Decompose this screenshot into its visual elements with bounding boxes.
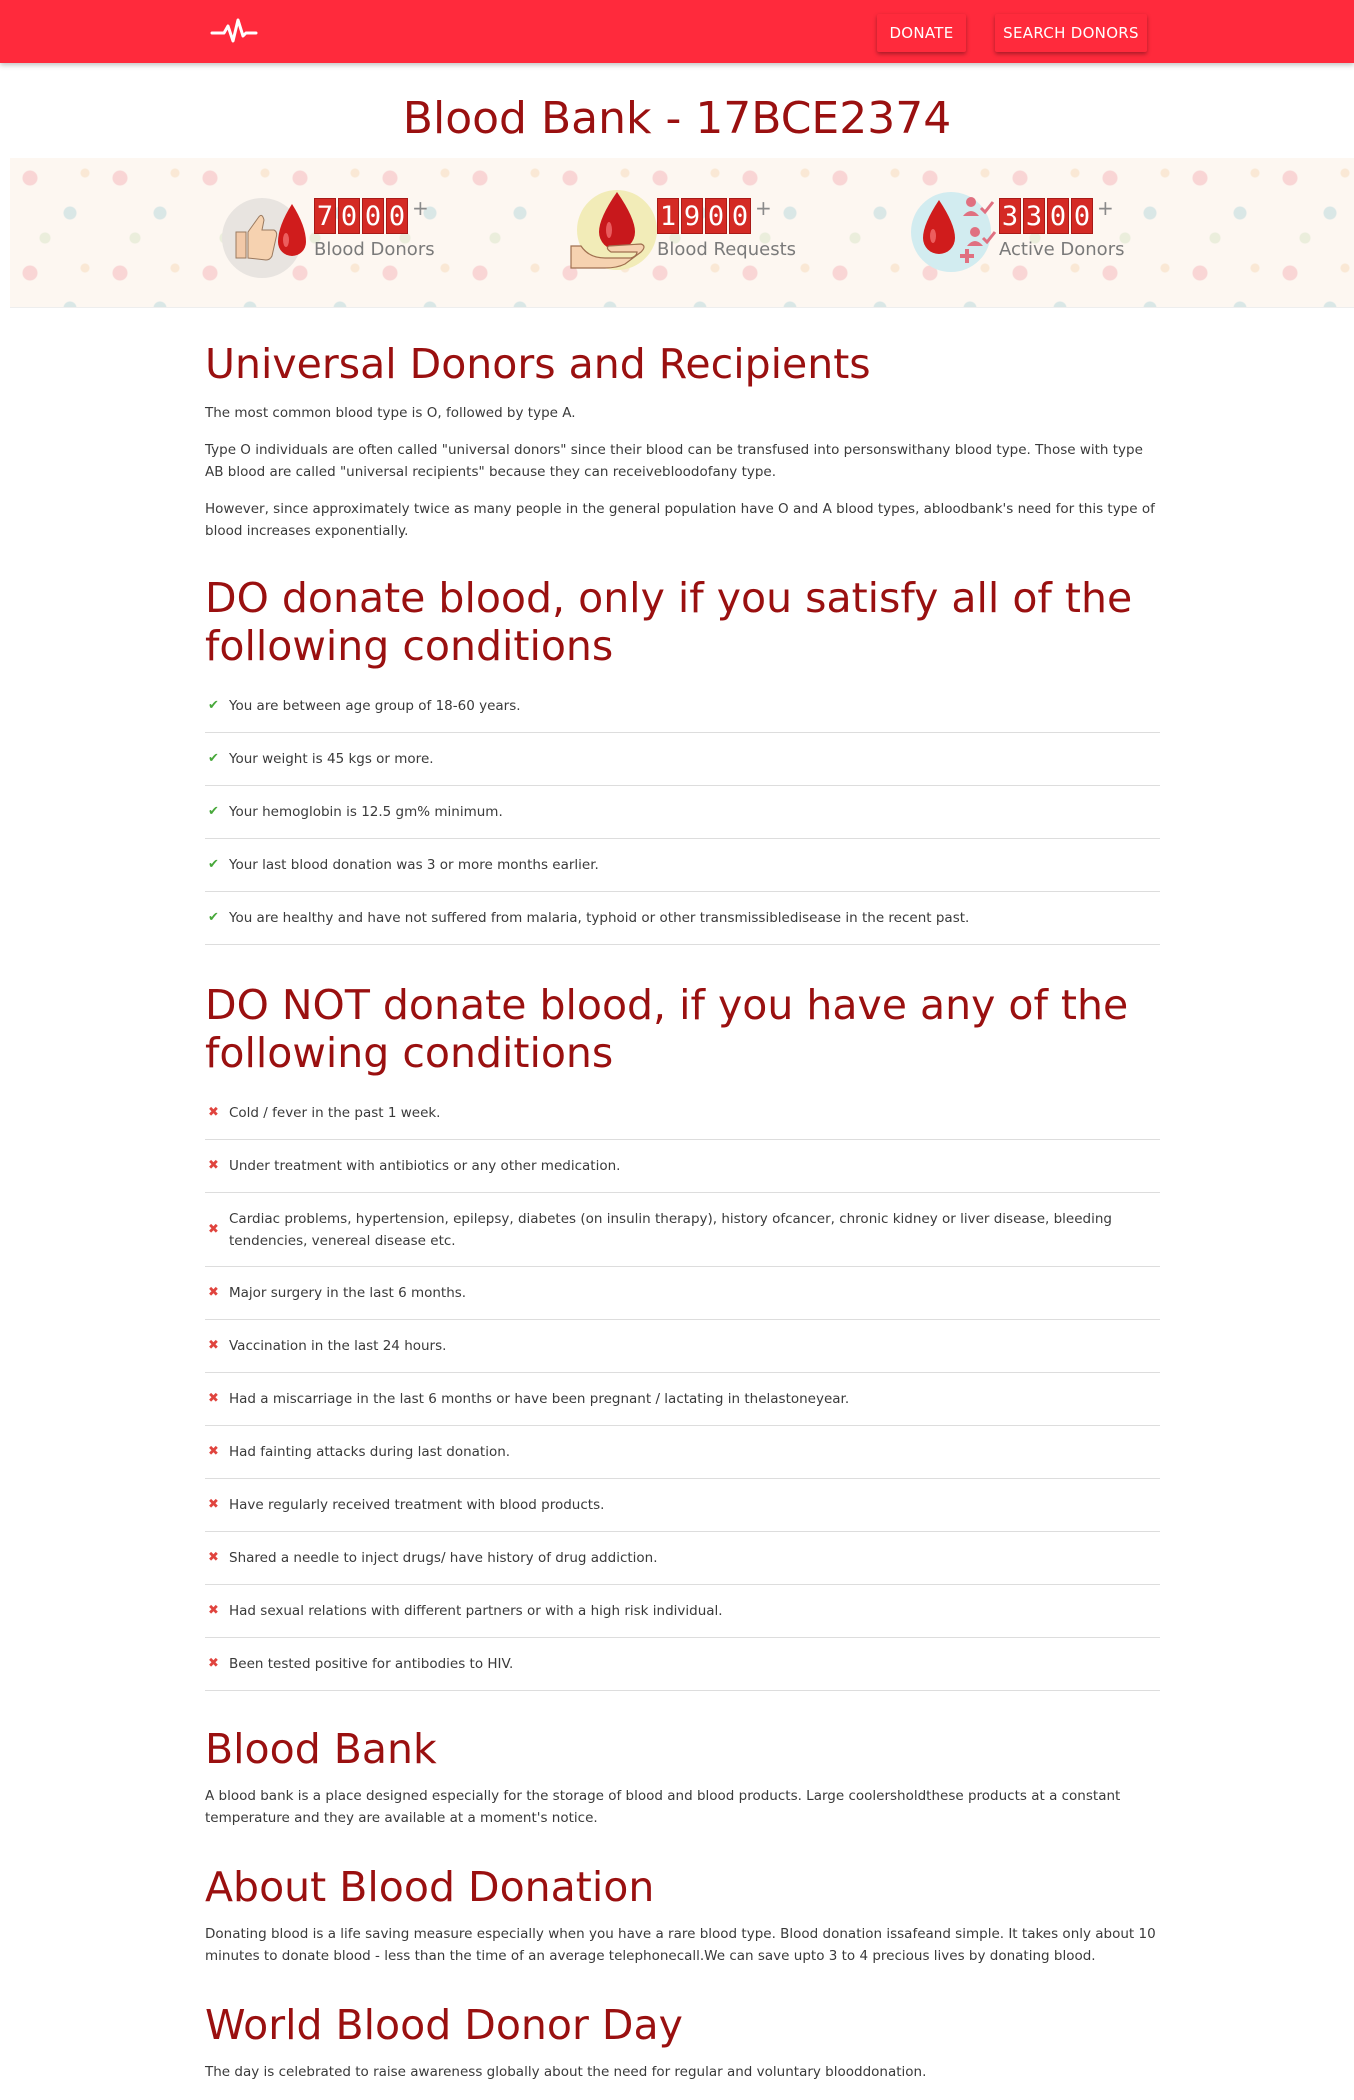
donate-button[interactable]: DONATE [877,14,966,52]
list-item-text: Your last blood donation was 3 or more m… [229,857,599,873]
list-item: ✔ Your weight is 45 kgs or more. [205,733,1160,786]
paragraph: A blood bank is a place designed especia… [205,1788,1121,1826]
list-item: ✔ You are between age group of 18-60 year… [205,680,1160,733]
heartbeat-logo-icon[interactable] [210,16,258,46]
hand-holding-blood-drop-icon [570,190,657,270]
cross-icon: ✖ [208,1105,219,1120]
list-item: ✖ Had fainting attacks during last donati… [205,1426,1160,1479]
counter-digit: 7 [314,198,336,234]
search-donors-button[interactable]: SEARCH DONORS [995,14,1147,52]
cross-icon: ✖ [208,1285,219,1300]
cross-icon: ✖ [208,1338,219,1353]
list-item-text: Have regularly received treatment with b… [229,1497,605,1513]
blood-drop-users-icon [911,192,997,272]
counter-plus: + [412,196,429,220]
cross-icon: ✖ [208,1444,219,1459]
list-item-text: Major surgery in the last 6 months. [229,1285,467,1301]
cross-icon: ✖ [208,1603,219,1618]
list-item: ✖ Vaccination in the last 24 hours. [205,1320,1160,1373]
list-item-text: Been tested positive for antibodies to H… [229,1656,514,1672]
section-heading: DO NOT donate blood, if you have any of … [205,981,1129,1077]
list-item: ✔ You are healthy and have not suffered f… [205,892,1160,945]
list-item-text: You are between age group of 18-60 years… [229,698,521,714]
counter-plus: + [755,196,772,220]
counter-digit: 3 [999,198,1021,234]
counter-digit: 1 [657,198,679,234]
about-donation-section: About Blood Donation Donating blood is a… [205,1863,1160,1967]
thumbs-up-blood-drop-icon [222,198,306,278]
section-heading: Universal Donors and Recipients [205,340,871,388]
list-item: ✔ Your hemoglobin is 12.5 gm% minimum. [205,786,1160,839]
counter-plus: + [1097,196,1114,220]
do-not-donate-section: DO NOT donate blood, if you have any of … [205,981,1160,1691]
paragraph: The day is celebrated to raise awareness… [205,2064,927,2080]
counter-digit: 3 [1023,198,1045,234]
list-item: ✖ Had sexual relations with different par… [205,1585,1160,1638]
list-item-text: Vaccination in the last 24 hours. [229,1338,447,1354]
world-donor-day-section: World Blood Donor Day The day is celebra… [205,2001,1160,2083]
counter-digit: 0 [729,198,751,234]
do-donate-list: ✔ You are between age group of 18-60 year… [205,680,1160,945]
blood-donors-counter: 7 0 0 0 + [314,198,429,234]
stats-banner: 7 0 0 0 + Blood Donors 1 9 0 0 + Blood R… [10,158,1354,308]
counter-digit: 0 [362,198,384,234]
active-donors-counter: 3 3 0 0 + [999,198,1114,234]
cross-icon: ✖ [208,1221,219,1237]
counter-digit: 0 [1047,198,1069,234]
cross-icon: ✖ [208,1158,219,1173]
check-icon: ✔ [208,804,219,819]
cross-icon: ✖ [208,1497,219,1512]
list-item: ✖ Shared a needle to inject drugs/ have h… [205,1532,1160,1585]
list-item: ✖ Major surgery in the last 6 months. [205,1267,1160,1320]
section-heading: World Blood Donor Day [205,2001,683,2049]
stat-label: Blood Requests [657,239,797,260]
list-item: ✖ Under treatment with antibiotics or any… [205,1140,1160,1193]
list-item-text: Had a miscarriage in the last 6 months o… [229,1391,850,1407]
cross-icon: ✖ [208,1656,219,1671]
counter-digit: 0 [386,198,408,234]
list-item-text: Had fainting attacks during last donatio… [229,1444,511,1460]
list-item-text: Shared a needle to inject drugs/ have hi… [229,1550,658,1566]
paragraph: The most common blood type is O, followe… [205,405,576,421]
list-item-text: Cold / fever in the past 1 week. [229,1105,441,1121]
counter-digit: 0 [705,198,727,234]
list-item: ✖ Been tested positive for antibodies to … [205,1638,1160,1691]
paragraph: Type O individuals are often called "uni… [205,442,1143,480]
list-item: ✔ Your last blood donation was 3 or more … [205,839,1160,892]
paragraph: Donating blood is a life saving measure … [205,1926,1156,1964]
do-donate-section: DO donate blood, only if you satisfy all… [205,574,1160,945]
stat-label: Blood Donors [314,239,435,260]
section-heading: About Blood Donation [205,1863,655,1911]
stat-label: Active Donors [999,239,1125,260]
counter-digit: 0 [338,198,360,234]
list-item: ✖ Cardiac problems, hypertension, epileps… [205,1193,1160,1267]
counter-digit: 9 [681,198,703,234]
paragraph: However, since approximately twice as ma… [205,501,1155,539]
cross-icon: ✖ [208,1550,219,1565]
list-item-text: Your hemoglobin is 12.5 gm% minimum. [229,804,503,820]
list-item-text: Your weight is 45 kgs or more. [229,751,434,767]
list-item-text: You are healthy and have not suffered fr… [229,910,970,926]
list-item: ✖ Cold / fever in the past 1 week. [205,1087,1160,1140]
universal-section: Universal Donors and Recipients The most… [205,340,1160,542]
section-heading: DO donate blood, only if you satisfy all… [205,574,1133,670]
do-not-donate-list: ✖ Cold / fever in the past 1 week. ✖ Under… [205,1087,1160,1691]
cross-icon: ✖ [208,1391,219,1406]
blood-bank-section: Blood Bank A blood bank is a place desig… [205,1725,1160,1829]
page-title: Blood Bank - 17BCE2374 [402,93,952,144]
check-icon: ✔ [208,698,219,713]
list-item: ✖ Had a miscarriage in the last 6 months … [205,1373,1160,1426]
list-item-text: Under treatment with antibiotics or any … [229,1158,621,1174]
top-navbar: DONATE SEARCH DONORS [0,0,1354,63]
list-item: ✖ Have regularly received treatment with … [205,1479,1160,1532]
blood-requests-counter: 1 9 0 0 + [657,198,772,234]
check-icon: ✔ [208,910,219,925]
check-icon: ✔ [208,857,219,872]
list-item-text: Had sexual relations with different part… [229,1603,723,1619]
section-heading: Blood Bank [205,1725,437,1773]
list-item-text: Cardiac problems, hypertension, epilepsy… [229,1210,1112,1249]
check-icon: ✔ [208,751,219,766]
counter-digit: 0 [1071,198,1093,234]
